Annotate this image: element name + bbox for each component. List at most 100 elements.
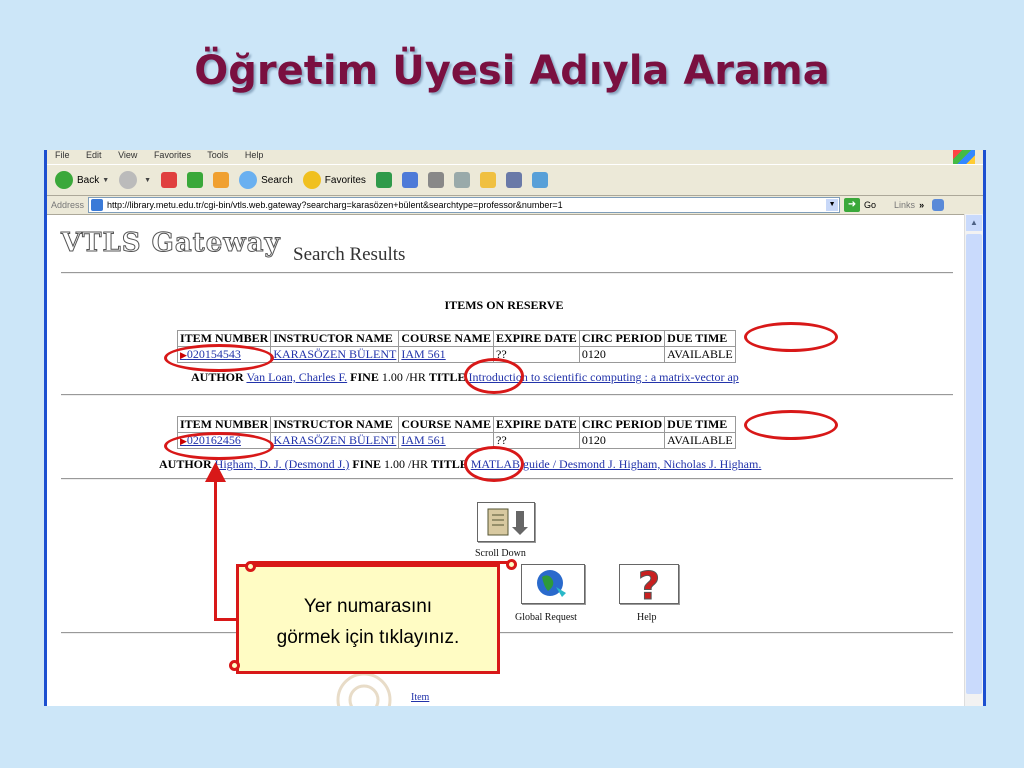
instructor-link[interactable]: KARASÖZEN BÜLENT bbox=[270, 432, 400, 449]
scroll-thumb[interactable] bbox=[966, 234, 982, 694]
col-expire: EXPIRE DATE bbox=[493, 330, 580, 347]
favorites-label: Favorites bbox=[324, 174, 366, 186]
menu-favorites[interactable]: Favorites bbox=[154, 150, 191, 160]
col-circ: CIRC PERIOD bbox=[578, 330, 666, 347]
scroll-down-label[interactable]: Scroll Down bbox=[475, 548, 526, 559]
mail-icon[interactable] bbox=[401, 172, 418, 188]
circ-cell: 0120 bbox=[578, 346, 666, 363]
toolbar-extra-icon[interactable] bbox=[932, 199, 945, 211]
highlight-ellipse-title-1 bbox=[464, 358, 524, 394]
chevron-down-icon: ▼ bbox=[144, 176, 152, 184]
global-request-button[interactable] bbox=[521, 564, 585, 604]
menu-file[interactable]: File bbox=[55, 150, 70, 160]
help-button[interactable]: ? bbox=[619, 564, 679, 609]
back-button[interactable]: Back ▼ bbox=[55, 171, 109, 189]
question-mark-icon: ? bbox=[637, 564, 660, 609]
divider bbox=[61, 632, 953, 634]
vtls-logo: VTLS Gateway bbox=[61, 228, 281, 259]
highlight-ellipse-due-time-1 bbox=[744, 322, 838, 352]
edit-icon[interactable] bbox=[453, 172, 470, 188]
toolbar: Back ▼ ▼ Search Favorites bbox=[47, 164, 983, 196]
fine-value: 1.00 /HR bbox=[381, 370, 426, 384]
course-link[interactable]: IAM 561 bbox=[398, 432, 495, 449]
due-cell: AVAILABLE bbox=[664, 346, 736, 363]
callout-box: Yer numarasını görmek için tıklayınız. bbox=[236, 564, 500, 674]
globe-icon bbox=[537, 570, 566, 597]
links-button[interactable]: Links bbox=[894, 200, 915, 210]
scroll-curl-bottom bbox=[229, 660, 240, 671]
chevron-down-icon[interactable]: ▼ bbox=[826, 199, 839, 211]
arrow-shaft bbox=[214, 478, 217, 620]
svg-text:?: ? bbox=[638, 565, 660, 603]
menu-bar: File Edit View Favorites Tools Help bbox=[47, 150, 983, 164]
refresh-icon[interactable] bbox=[187, 172, 204, 188]
forward-arrow-icon bbox=[119, 171, 138, 189]
title-label: TITLE bbox=[431, 457, 468, 471]
browser-window: File Edit View Favorites Tools Help Back… bbox=[44, 150, 986, 706]
arrow-up-icon bbox=[205, 462, 226, 482]
scroll-down-icon bbox=[487, 508, 528, 536]
research-icon[interactable] bbox=[505, 172, 522, 188]
history-icon[interactable] bbox=[375, 172, 392, 188]
print-icon[interactable] bbox=[427, 172, 444, 188]
col-course: COURSE NAME bbox=[398, 416, 495, 433]
fine-label: FINE bbox=[352, 457, 381, 471]
highlight-ellipse-title-2 bbox=[464, 446, 524, 482]
chevron-right-icon[interactable]: » bbox=[919, 200, 924, 210]
divider bbox=[61, 394, 953, 396]
highlight-ellipse-item-number-2 bbox=[164, 432, 274, 460]
highlight-ellipse-due-time-2 bbox=[744, 410, 838, 440]
menu-view[interactable]: View bbox=[118, 150, 137, 160]
go-arrow-icon[interactable]: ➜ bbox=[844, 198, 861, 212]
favorites-button[interactable]: Favorites bbox=[302, 171, 366, 189]
search-button[interactable]: Search bbox=[239, 171, 293, 189]
divider bbox=[61, 272, 953, 274]
stop-icon[interactable] bbox=[161, 172, 178, 188]
fine-label: FINE bbox=[350, 370, 379, 384]
item-seal-icon bbox=[336, 672, 392, 706]
star-icon bbox=[302, 171, 321, 189]
back-label: Back bbox=[77, 174, 100, 186]
home-icon[interactable] bbox=[213, 172, 230, 188]
chevron-down-icon: ▼ bbox=[102, 176, 110, 184]
col-item-number: ITEM NUMBER bbox=[176, 416, 272, 433]
callout-line-1: Yer numarasını bbox=[303, 596, 433, 617]
help-label[interactable]: Help bbox=[637, 612, 656, 623]
page-icon bbox=[91, 199, 104, 211]
address-input[interactable]: http://library.metu.edu.tr/cgi-bin/vtls.… bbox=[88, 197, 841, 213]
search-icon bbox=[239, 171, 258, 189]
title-label: TITLE bbox=[428, 370, 466, 384]
author-link[interactable]: Van Loan, Charles F. bbox=[246, 370, 347, 384]
page-heading: Search Results bbox=[293, 244, 406, 265]
due-cell: AVAILABLE bbox=[664, 432, 736, 449]
highlight-ellipse-item-number-1 bbox=[164, 344, 274, 372]
col-instructor: INSTRUCTOR NAME bbox=[270, 416, 400, 433]
author-line-2: AUTHOR Higham, D. J. (Desmond J.) FINE 1… bbox=[159, 457, 761, 472]
vertical-scrollbar[interactable]: ▲ bbox=[964, 214, 983, 706]
menu-tools[interactable]: Tools bbox=[207, 150, 228, 160]
fine-value: 1.00 /HR bbox=[384, 457, 429, 471]
global-request-label[interactable]: Global Request bbox=[515, 612, 577, 623]
table-header: ITEM NUMBER INSTRUCTOR NAME COURSE NAME … bbox=[176, 416, 736, 433]
scroll-down-button[interactable] bbox=[477, 502, 535, 542]
address-bar: Address http://library.metu.edu.tr/cgi-b… bbox=[47, 196, 983, 215]
go-button[interactable]: Go bbox=[864, 200, 876, 210]
circ-cell: 0120 bbox=[578, 432, 666, 449]
instructor-link[interactable]: KARASÖZEN BÜLENT bbox=[270, 346, 400, 363]
address-url: http://library.metu.edu.tr/cgi-bin/vtls.… bbox=[107, 200, 563, 210]
callout-top-edge bbox=[250, 561, 514, 564]
scroll-up-icon[interactable]: ▲ bbox=[966, 215, 982, 231]
forward-button[interactable]: ▼ bbox=[119, 171, 151, 189]
slide-title: Öğretim Üyesi Adıyla Arama bbox=[194, 48, 830, 94]
col-due: DUE TIME bbox=[664, 416, 736, 433]
folder-icon[interactable] bbox=[479, 172, 496, 188]
col-circ: CIRC PERIOD bbox=[578, 416, 666, 433]
menu-edit[interactable]: Edit bbox=[86, 150, 102, 160]
author-label: AUTHOR bbox=[191, 370, 244, 384]
search-label: Search bbox=[261, 174, 293, 186]
messenger-icon[interactable] bbox=[531, 172, 548, 188]
callout-line-2: görmek için tıklayınız. bbox=[276, 627, 460, 648]
menu-help[interactable]: Help bbox=[245, 150, 264, 160]
item-link[interactable]: Item bbox=[411, 692, 429, 703]
address-label: Address bbox=[51, 200, 85, 210]
